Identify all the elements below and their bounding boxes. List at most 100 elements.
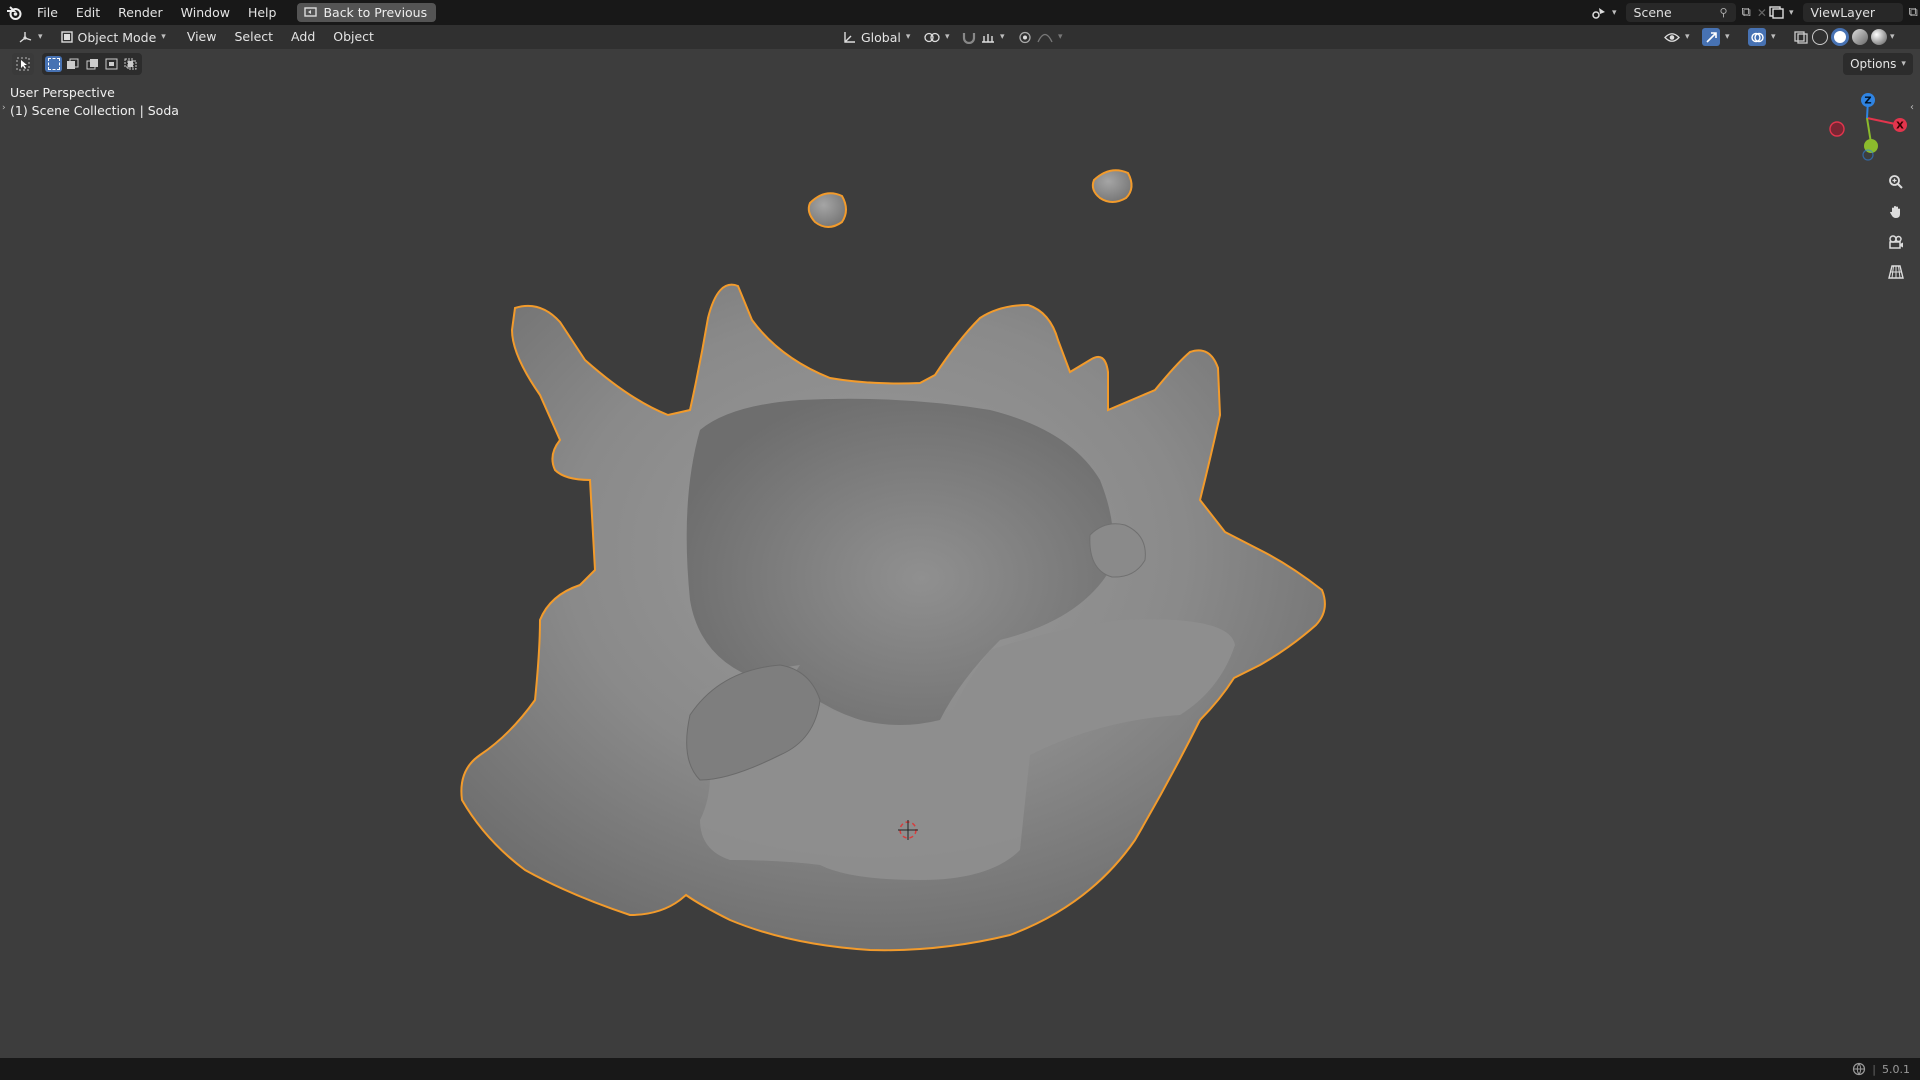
orientation-icon	[844, 31, 855, 43]
wireframe-shading-icon[interactable]	[1812, 29, 1828, 45]
options-dropdown[interactable]: Options ▾	[1843, 53, 1913, 75]
gizmo-neg-x-icon[interactable]	[1829, 121, 1845, 137]
chevron-down-icon: ▾	[1901, 59, 1906, 69]
options-label: Options	[1850, 57, 1897, 71]
falloff-curve-icon	[1037, 33, 1053, 42]
overlays-toggle[interactable]: ▾	[1742, 27, 1782, 47]
chevron-down-icon: ▾	[1000, 32, 1005, 42]
perspective-toggle-button[interactable]	[1882, 258, 1910, 286]
soda-droplet-right[interactable]	[1091, 169, 1133, 203]
select-new-icon[interactable]	[45, 56, 63, 72]
chevron-down-icon: ▾	[38, 32, 43, 42]
chevron-down-icon: ▾	[1771, 32, 1776, 42]
chevron-down-icon: ▾	[1789, 7, 1794, 18]
snap-magnet-icon	[962, 32, 976, 44]
transform-orientation-label: Global	[861, 29, 901, 45]
cursor-select-icon	[16, 57, 30, 71]
overlays-icon	[1748, 28, 1766, 46]
scene-browse-button[interactable]: ▾	[1588, 3, 1620, 23]
menu-object[interactable]: Object	[324, 25, 383, 49]
editor-type-button[interactable]: ▾	[12, 27, 49, 47]
chevron-down-icon: ▾	[1058, 32, 1063, 42]
menu-window[interactable]: Window	[172, 0, 239, 25]
scene-icon	[1592, 7, 1605, 19]
camera-icon	[1889, 235, 1903, 249]
back-to-previous-label: Back to Previous	[323, 5, 428, 20]
blender-version: 5.0.1	[1882, 1062, 1910, 1076]
chevron-down-icon: ▾	[1612, 7, 1617, 18]
gizmo-z-label: Z	[1864, 96, 1871, 107]
blender-logo-icon[interactable]	[0, 0, 28, 25]
snap-increment-icon	[982, 33, 994, 43]
chevron-down-icon: ▾	[945, 32, 950, 42]
sidebar-toggle-icon[interactable]: ‹	[1910, 102, 1914, 113]
shading-mode-group: ▾	[1812, 27, 1895, 47]
chevron-down-icon: ▾	[1685, 32, 1690, 42]
snap-toggle[interactable]: ▾	[956, 27, 1011, 47]
select-extend-icon[interactable]	[64, 56, 81, 72]
gizmo-x-label: X	[1896, 121, 1904, 132]
pin-icon[interactable]: ⚲	[1719, 6, 1727, 19]
select-invert-icon[interactable]	[103, 56, 120, 72]
back-to-previous-button[interactable]: Back to Previous	[297, 3, 437, 22]
viewport-canvas[interactable]	[0, 77, 1920, 1058]
new-view-layer-icon[interactable]: ⧉	[1909, 5, 1918, 20]
chevron-down-icon: ▾	[905, 32, 911, 42]
select-subtract-icon[interactable]	[83, 56, 100, 72]
viewport-header: ▾ Object Mode ▾ View Select Add Object G…	[0, 25, 1920, 49]
soda-droplet-left[interactable]	[807, 192, 847, 228]
pivot-point-dropdown[interactable]: ▾	[918, 27, 956, 47]
object-mode-icon	[60, 31, 73, 43]
material-preview-shading-icon[interactable]	[1852, 29, 1868, 45]
zoom-button[interactable]	[1882, 168, 1910, 196]
pan-button[interactable]	[1882, 198, 1910, 226]
select-intersect-icon[interactable]	[122, 56, 139, 72]
object-mode-dropdown[interactable]: Object Mode ▾	[55, 27, 172, 47]
xray-icon	[1794, 30, 1808, 44]
status-divider: |	[1872, 1062, 1876, 1076]
top-bar: File Edit Render Window Help Back to Pre…	[0, 0, 1920, 25]
chevron-down-icon: ▾	[1725, 32, 1730, 42]
xray-toggle[interactable]	[1788, 27, 1814, 47]
view-layer-selector: ▾ ViewLayer ⧉ ✕	[1766, 0, 1920, 25]
object-mode-label: Object Mode	[77, 29, 157, 45]
menu-render[interactable]: Render	[109, 0, 172, 25]
view-layer-browse-button[interactable]: ▾	[1766, 3, 1797, 23]
proportional-editing-toggle[interactable]: ▾	[1012, 27, 1069, 47]
menu-select[interactable]: Select	[225, 25, 282, 49]
status-bar: | 5.0.1	[0, 1058, 1920, 1080]
gizmo-toggle-icon	[1702, 28, 1720, 46]
menu-add[interactable]: Add	[282, 25, 324, 49]
view-layer-name-field[interactable]: ViewLayer	[1802, 3, 1903, 22]
globe-icon[interactable]	[1852, 1062, 1866, 1076]
eye-visibility-icon	[1664, 32, 1680, 42]
scene-name: Scene	[1633, 5, 1672, 20]
transform-orientation-dropdown[interactable]: Global ▾	[836, 27, 916, 47]
solid-shading-icon[interactable]	[1831, 28, 1849, 46]
view-layer-name: ViewLayer	[1810, 5, 1876, 20]
view-layer-icon	[1769, 6, 1784, 19]
selection-mode-group	[42, 53, 142, 75]
soda-mesh[interactable]	[460, 283, 1326, 952]
new-scene-icon[interactable]: ⧉	[1742, 5, 1751, 20]
3d-viewport-icon	[19, 31, 32, 43]
scene-name-field[interactable]: Scene ⚲	[1625, 3, 1736, 22]
proportional-editing-icon	[1019, 31, 1031, 43]
chevron-down-icon: ▾	[161, 32, 166, 42]
menu-edit[interactable]: Edit	[67, 0, 109, 25]
gizmo-toggle[interactable]: ▾	[1696, 27, 1736, 47]
navigation-gizmo[interactable]: X Z	[1815, 88, 1915, 168]
hand-pan-icon	[1890, 206, 1900, 218]
zoom-magnifier-icon	[1889, 175, 1903, 189]
object-visibility-dropdown[interactable]: ▾	[1658, 27, 1696, 47]
version-info: | 5.0.1	[1852, 1058, 1910, 1080]
rendered-shading-icon[interactable]	[1871, 29, 1887, 45]
chevron-down-icon[interactable]: ▾	[1890, 32, 1895, 42]
camera-view-button[interactable]	[1882, 228, 1910, 256]
menu-help[interactable]: Help	[239, 0, 286, 25]
grid-perspective-icon	[1888, 265, 1904, 279]
select-tool-button[interactable]	[12, 53, 34, 75]
menu-file[interactable]: File	[28, 0, 67, 25]
menu-view[interactable]: View	[178, 25, 226, 49]
tool-settings-row: Options ▾	[0, 49, 1920, 77]
